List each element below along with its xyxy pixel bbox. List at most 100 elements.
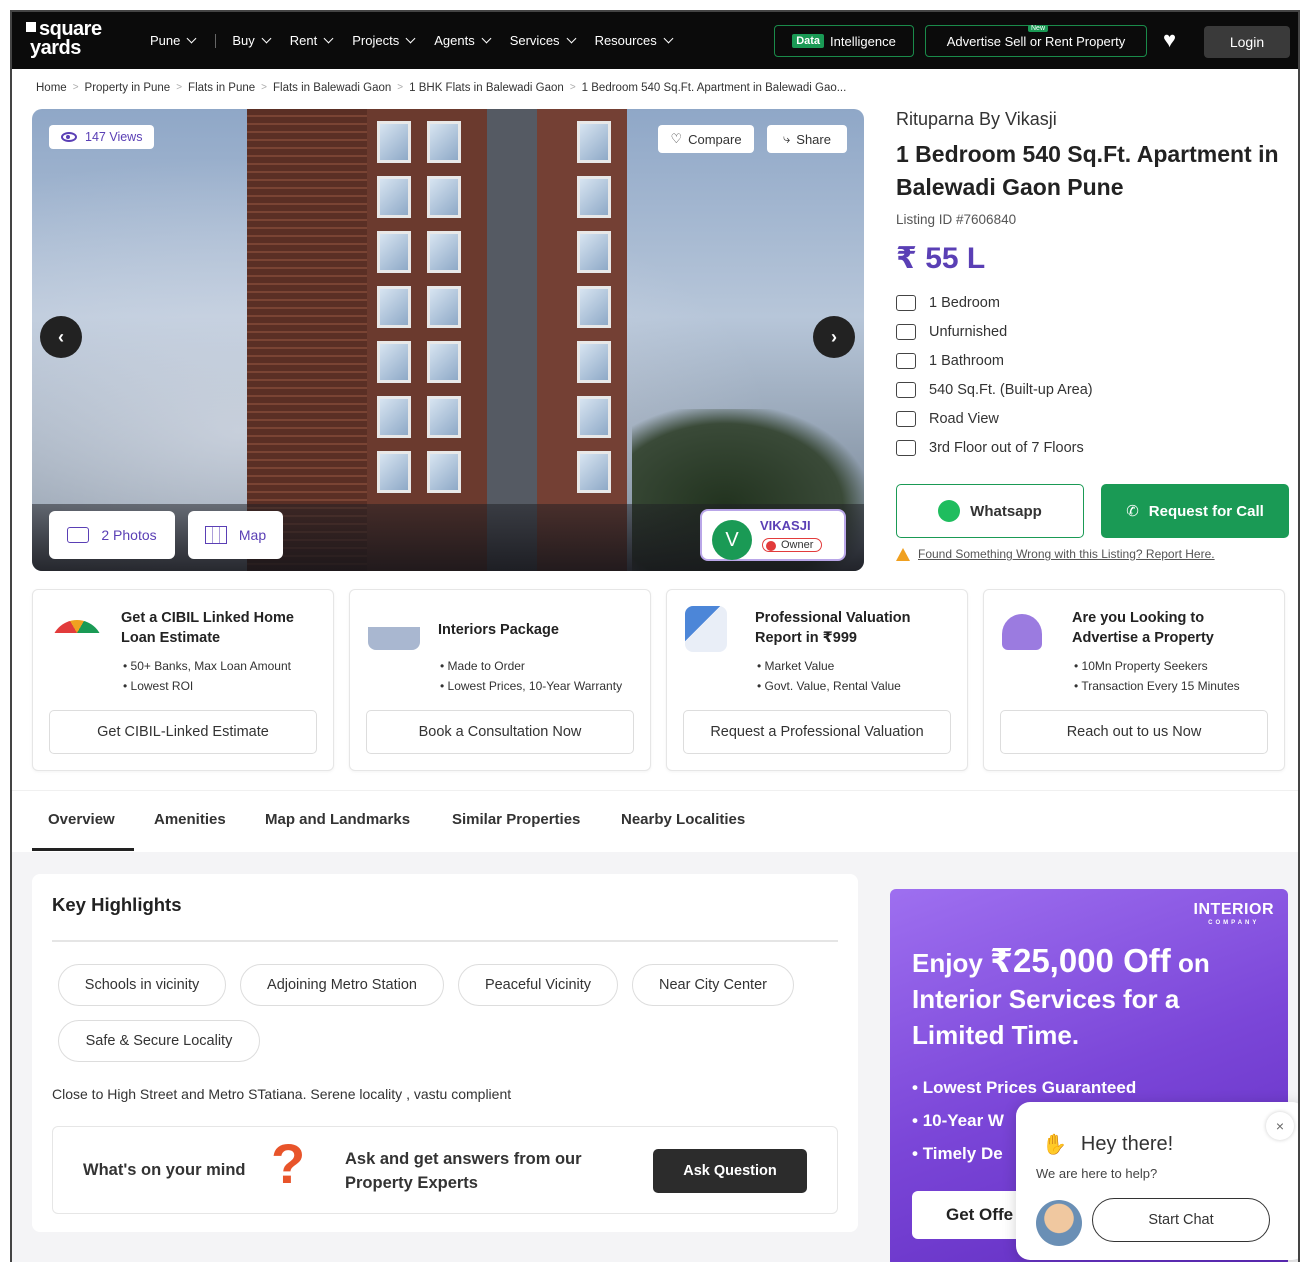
property-photo-gallery[interactable]: 147 Views ♡ Compare ⤷ Share ‹ › 2 Photos… [32,109,864,571]
nav-buy[interactable]: Buy [232,32,272,48]
owner-name: VIKASJI [760,518,811,533]
building-window [427,121,461,163]
chevron-down-icon [405,33,416,43]
view-count-badge: 147 Views [49,125,155,149]
feature-floor: 3rd Floor out of 7 Floors [896,433,1292,462]
map-button[interactable]: Map [188,511,283,559]
share-button[interactable]: ⤷ Share [767,125,847,153]
chevron-down-icon [186,33,197,43]
report-listing-link[interactable]: Found Something Wrong with this Listing?… [896,547,1215,561]
sofa-icon [896,323,916,340]
builder-name[interactable]: Rituparna By Vikasji [896,109,1292,130]
request-valuation-button[interactable]: Request a Professional Valuation [683,710,951,754]
nav-divider [215,34,217,48]
nav-resources[interactable]: Resources [595,32,674,48]
listing-id: Listing ID #7606840 [896,212,1017,227]
listing-title: 1 Bedroom 540 Sq.Ft. Apartment in Balewa… [896,141,1279,200]
start-chat-button[interactable]: Start Chat [1092,1198,1270,1242]
active-tab-indicator [32,848,134,851]
heart-icon[interactable]: ♥ [1163,29,1176,51]
owner-card[interactable]: V VIKASJI Owner [700,509,846,561]
data-intelligence-button[interactable]: Data Intelligence [774,25,914,57]
login-button[interactable]: Login [1204,26,1290,58]
tab-nearby-localities[interactable]: Nearby Localities [621,811,745,828]
service-card-advertise: Are you Looking to Advertise a Property … [983,589,1285,771]
book-consultation-button[interactable]: Book a Consultation Now [366,710,634,754]
breadcrumb-1bhk-balewadi[interactable]: 1 BHK Flats in Balewadi Gaon [409,82,564,94]
nav-city-pune[interactable]: Pune [150,32,197,48]
tab-similar-properties[interactable]: Similar Properties [452,811,580,828]
owner-avatar: V [712,520,752,560]
nav-projects[interactable]: Projects [352,32,416,48]
page-frame: square yards Pune Buy Rent Projects Agen… [10,10,1300,1262]
breadcrumb-flats-pune[interactable]: Flats in Pune [188,82,255,94]
building-window [427,286,461,328]
building-window [577,396,611,438]
building-window [427,231,461,273]
map-icon [204,526,227,544]
speedometer-icon [51,620,103,646]
breadcrumb-current: 1 Bedroom 540 Sq.Ft. Apartment in Balewa… [581,82,847,94]
service-card-valuation: Professional Valuation Report in ₹999 Ma… [666,589,968,771]
tab-amenities[interactable]: Amenities [154,811,226,828]
building-window [377,286,411,328]
section-title: Key Highlights [52,894,182,915]
tab-map-landmarks[interactable]: Map and Landmarks [265,811,410,828]
chat-greeting: Hey there! [1080,1133,1174,1155]
chevron-down-icon [261,33,272,43]
offer-headline: Enjoy ₹25,000 Off on Interior Services f… [912,942,1210,1051]
gallery-next-button[interactable]: › [813,316,855,358]
nav-rent[interactable]: Rent [290,32,334,48]
building-window [577,341,611,383]
building-window [577,286,611,328]
service-card-interiors: Interiors Package Made to OrderLowest Pr… [349,589,651,771]
photos-button[interactable]: 2 Photos [49,511,175,559]
chevron-right-icon: › [831,326,837,347]
chevron-down-icon [663,33,674,43]
advertise-property-button[interactable]: New Advertise Sell or Rent Property [925,25,1147,57]
request-call-button[interactable]: ✆ Request for Call [1101,484,1289,538]
interior-company-logo: INTERIOR COMPANY [1193,901,1274,926]
nav-services[interactable]: Services [510,32,577,48]
listing-price: ₹ 55 L [896,242,986,275]
whatsapp-button[interactable]: Whatsapp [896,484,1084,538]
chevron-down-icon [566,33,577,43]
building-window [377,176,411,218]
floor-icon [896,439,916,456]
question-mark-icon: ? [271,1132,306,1195]
nav-agents[interactable]: Agents [434,32,492,48]
road-view-icon [896,410,916,427]
chat-subtext: We are here to help? [1036,1166,1158,1181]
highlight-chip: Peaceful Vicinity [458,964,618,1006]
building-window [377,341,411,383]
building-window [577,231,611,273]
heart-outline-icon: ♡ [670,131,683,146]
highlights-description: Close to High Street and Metro STatiana.… [52,1086,512,1102]
building-window [427,396,461,438]
highlight-chip: Adjoining Metro Station [240,964,444,1006]
sofa-lamp-icon [368,612,420,650]
breadcrumb: Home > Property in Pune > Flats in Pune > F… [36,82,847,94]
breadcrumb-home[interactable]: Home [36,82,67,94]
feature-bathroom: 1 Bathroom [896,346,1292,375]
new-badge: New [1028,25,1049,32]
cibil-estimate-button[interactable]: Get CIBIL-Linked Estimate [49,710,317,754]
highlight-chip: Near City Center [632,964,794,1006]
listing-details: Rituparna By Vikasji 1 Bedroom 540 Sq.Ft… [896,109,1292,462]
ask-question-button[interactable]: Ask Question [653,1149,807,1193]
tab-overview[interactable]: Overview [48,811,115,828]
breadcrumb-property-pune[interactable]: Property in Pune [85,82,171,94]
feature-list: 1 Bedroom Unfurnished 1 Bathroom 540 Sq.… [896,288,1292,462]
chat-widget: × ✋ Hey there! We are here to help? Star… [1016,1102,1298,1260]
breadcrumb-flats-balewadi[interactable]: Flats in Balewadi Gaon [273,82,391,94]
building-window [377,451,411,493]
gallery-prev-button[interactable]: ‹ [40,316,82,358]
square-yards-logo[interactable]: square yards [26,19,102,58]
area-icon [896,381,916,398]
waving-hand-icon: ✋ [1042,1134,1067,1156]
building-window [427,176,461,218]
building-window [427,451,461,493]
reach-out-button[interactable]: Reach out to us Now [1000,710,1268,754]
close-icon[interactable]: × [1266,1112,1294,1140]
compare-button[interactable]: ♡ Compare [658,125,754,153]
